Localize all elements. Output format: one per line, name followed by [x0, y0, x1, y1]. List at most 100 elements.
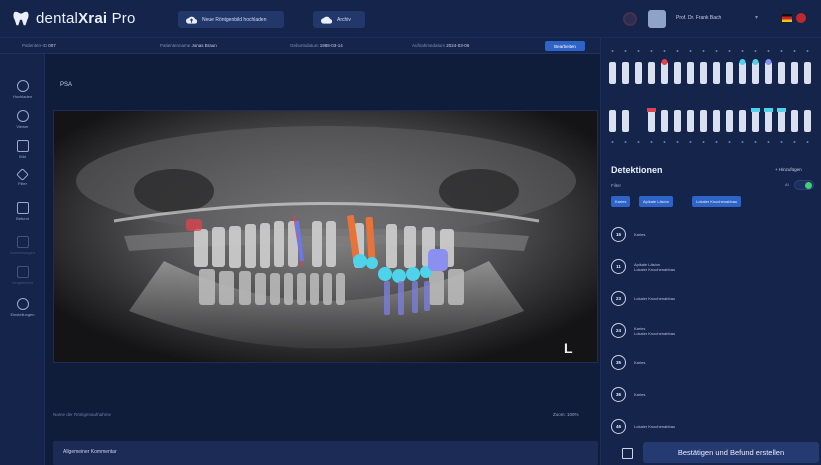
archive-label: Archiv: [337, 16, 351, 23]
side-marker: L: [564, 340, 573, 356]
ai-toggle[interactable]: [794, 180, 814, 190]
sidebar-item-notes[interactable]: Anmerkungen: [0, 236, 45, 255]
chart-tooth-lower: [713, 110, 720, 132]
patient-dob: Geburtsdatum 1988-03-14: [290, 43, 343, 48]
chart-position-dot: [637, 50, 640, 52]
detection-line-1: Karies: [634, 232, 646, 237]
sidebar-item-settings[interactable]: Einstellungen: [0, 298, 45, 317]
document-icon: [16, 202, 29, 214]
viewer-title: PSA: [60, 82, 73, 88]
chart-tooth-upper: [778, 62, 785, 84]
compare-icon: [16, 266, 29, 278]
upload-button[interactable]: Neue Röntgenbild hochladen: [178, 11, 284, 28]
chart-tooth-lower: [635, 110, 642, 132]
chart-tooth-upper: [622, 62, 629, 84]
edit-patient-button[interactable]: Bearbeiten: [545, 41, 585, 51]
detection-row[interactable]: 36 Karies: [611, 382, 816, 407]
upload-label: Neue Röntgenbild hochladen: [202, 16, 267, 23]
chart-position-dot: [741, 50, 744, 52]
sidebar-item-image[interactable]: Bild: [0, 140, 45, 159]
sidebar-item-upload[interactable]: Hochladen: [0, 80, 45, 99]
xray-image[interactable]: L: [53, 110, 598, 363]
chart-position-dot: [702, 141, 705, 143]
implant-mark: [428, 249, 448, 271]
chart-finding-mark: [647, 108, 656, 112]
chart-tooth-lower: [661, 110, 668, 132]
chart-position-dot: [624, 141, 627, 143]
zoom-level: Zoom: 100%: [553, 412, 579, 417]
chart-position-dot: [767, 141, 770, 143]
filter-chip-apical[interactable]: Apikale Läsion: [639, 196, 674, 207]
tooth-number-badge: 23: [611, 291, 626, 306]
save-icon[interactable]: [622, 448, 633, 459]
chart-position-dot: [715, 50, 718, 52]
tooth-number-badge: 24: [611, 323, 626, 338]
detection-line-2: Lokaler Knochenabbau: [634, 266, 676, 272]
chart-tooth-upper: [791, 62, 798, 84]
avatar[interactable]: [648, 10, 666, 28]
eye-icon: [16, 110, 29, 122]
chart-position-dot: [780, 50, 783, 52]
detection-row[interactable]: 11 Apikale Läsion Lokaler Knochenabbau: [611, 254, 816, 279]
ai-toggle-label: AI: [785, 182, 789, 187]
notification-icon[interactable]: [796, 13, 806, 23]
filter-icon: [16, 168, 29, 181]
chart-position-dot: [676, 141, 679, 143]
chart-tooth-upper: [674, 62, 681, 84]
detection-text: Karies: [634, 360, 645, 365]
comments-label: Allgemeiner Kommentar: [63, 449, 117, 455]
chart-position-dot: [754, 141, 757, 143]
chart-position-dot: [728, 141, 731, 143]
chart-position-dot: [624, 50, 627, 52]
chart-tooth-upper: [739, 62, 746, 84]
detection-line-1: Lokaler Knochenabbau: [634, 424, 676, 429]
sidebar-item-viewer[interactable]: Viewer: [0, 110, 45, 129]
app-logo[interactable]: dentalXrai Pro: [12, 9, 136, 27]
archive-button[interactable]: Archiv: [313, 11, 365, 28]
record-button[interactable]: [623, 12, 637, 26]
comments-field[interactable]: Allgemeiner Kommentar: [53, 441, 598, 465]
detection-text: Karies Lokaler Knochenabbau: [634, 326, 675, 336]
gear-icon: [16, 298, 29, 310]
confirm-report-button[interactable]: Bestätigen und Befund erstellen: [643, 442, 819, 463]
add-detection-button[interactable]: + Hinzufügen: [775, 167, 802, 172]
chart-tooth-upper: [804, 62, 811, 84]
detection-text: Lokaler Knochenabbau: [634, 296, 675, 301]
german-flag-icon[interactable]: [782, 14, 792, 22]
chevron-down-icon[interactable]: ▾: [755, 14, 758, 21]
chart-tooth-lower: [726, 110, 733, 132]
chart-finding-mark: [751, 108, 760, 112]
detection-row[interactable]: 24 Karies Lokaler Knochenabbau: [611, 318, 816, 343]
chart-tooth-lower: [804, 110, 811, 132]
detection-row[interactable]: 16 Karies: [611, 222, 816, 247]
chart-finding-mark: [739, 59, 746, 65]
detection-line-1: Karies: [634, 392, 646, 397]
chart-tooth-lower: [765, 110, 772, 132]
filter-chip-caries[interactable]: Karies: [611, 196, 631, 207]
detection-row[interactable]: 35 Karies: [611, 350, 816, 375]
sidebar-item-filter[interactable]: Filter: [0, 168, 45, 186]
chart-tooth-lower: [791, 110, 798, 132]
image-name-note: Name der Röntgenaufnahme: [53, 412, 112, 417]
sidebar: Hochladen Viewer Bild Filter Befund Anme…: [0, 54, 45, 465]
chart-tooth-lower: [752, 110, 759, 132]
tooth-number-badge: 16: [611, 227, 626, 242]
user-name[interactable]: Prof. Dr. Frank Bach: [676, 15, 721, 21]
detection-row[interactable]: 46 Lokaler Knochenabbau: [611, 414, 816, 439]
top-bar: dentalXrai Pro Neue Röntgenbild hochlade…: [0, 0, 821, 38]
chart-tooth-lower: [674, 110, 681, 132]
sidebar-item-report[interactable]: Befund: [0, 202, 45, 221]
chart-position-dot: [715, 141, 718, 143]
sidebar-item-compare[interactable]: Vergleichen: [0, 266, 45, 285]
chart-tooth-upper: [635, 62, 642, 84]
pencil-icon: [16, 236, 29, 248]
chart-tooth-upper: [713, 62, 720, 84]
chart-position-dot: [663, 141, 666, 143]
cloud-upload-icon: [186, 16, 197, 24]
detection-row[interactable]: 23 Lokaler Knochenabbau: [611, 286, 816, 311]
dental-chart[interactable]: [601, 38, 821, 150]
image-icon: [16, 140, 29, 152]
chart-position-dot: [702, 50, 705, 52]
filter-chip-bone-loss[interactable]: Lokaler Knochenabbau: [692, 196, 742, 207]
chart-tooth-lower: [622, 110, 629, 132]
